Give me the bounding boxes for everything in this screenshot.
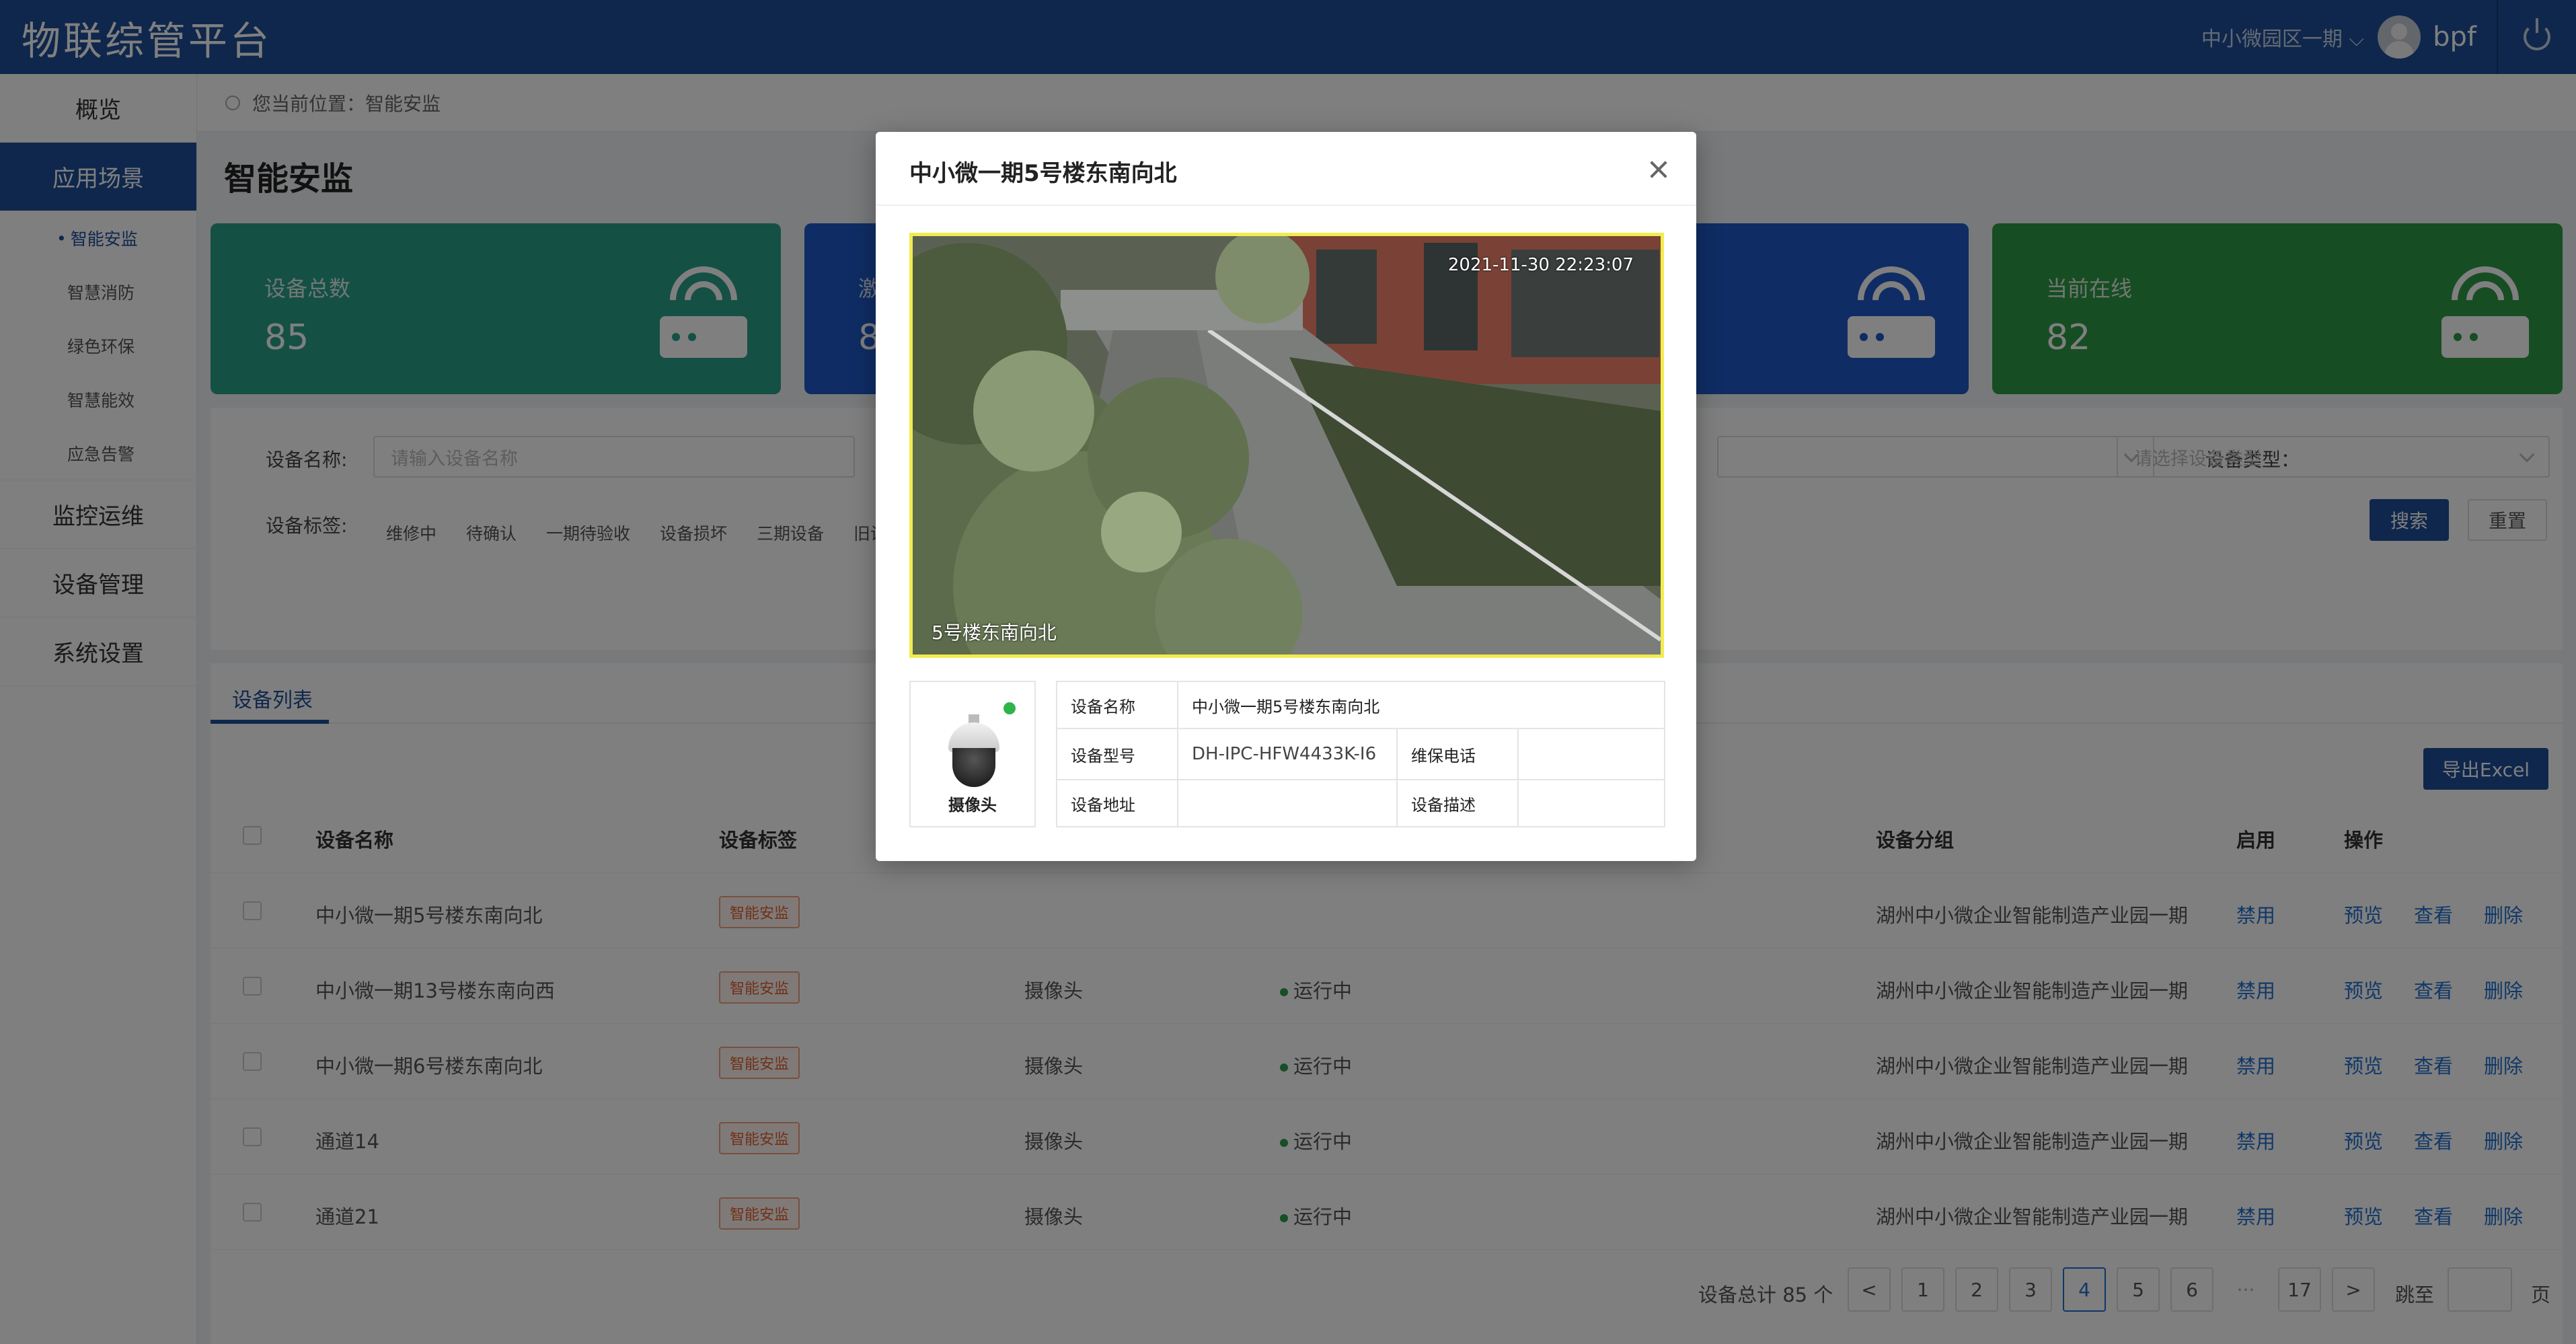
- dialog-divider: [876, 204, 1696, 206]
- info-label-phone: 维保电话: [1398, 729, 1519, 780]
- device-type-label: 摄像头: [948, 796, 997, 815]
- info-label-address: 设备地址: [1057, 780, 1178, 826]
- device-type-card: 摄像头: [909, 681, 1036, 827]
- video-caption: 5号楼东南向北: [932, 622, 1057, 644]
- info-value-address: [1178, 780, 1398, 826]
- preview-dialog: 中小微一期5号楼东南向北 2021-11-30 22:23:07 5号楼东南向北: [876, 132, 1696, 861]
- info-label-name: 设备名称: [1057, 682, 1178, 729]
- camera-video-feed[interactable]: 2021-11-30 22:23:07 5号楼东南向北: [909, 233, 1664, 658]
- video-timestamp: 2021-11-30 22:23:07: [1447, 255, 1634, 275]
- video-frame: [913, 236, 1661, 655]
- info-label-desc: 设备描述: [1398, 780, 1519, 826]
- info-value-desc: [1519, 780, 1664, 826]
- info-value-phone: [1519, 729, 1664, 780]
- close-icon[interactable]: [1645, 156, 1672, 183]
- device-info-table: 设备名称 中小微一期5号楼东南向北 设备型号 DH-IPC-HFW4433K-I…: [1056, 681, 1665, 827]
- info-label-model: 设备型号: [1057, 729, 1178, 780]
- dome-camera-icon: [946, 714, 1002, 788]
- info-value-name: 中小微一期5号楼东南向北: [1178, 682, 1664, 729]
- dialog-title: 中小微一期5号楼东南向北: [909, 160, 1177, 187]
- info-value-model: DH-IPC-HFW4433K-I6: [1178, 729, 1398, 780]
- online-status-dot: [1003, 702, 1016, 714]
